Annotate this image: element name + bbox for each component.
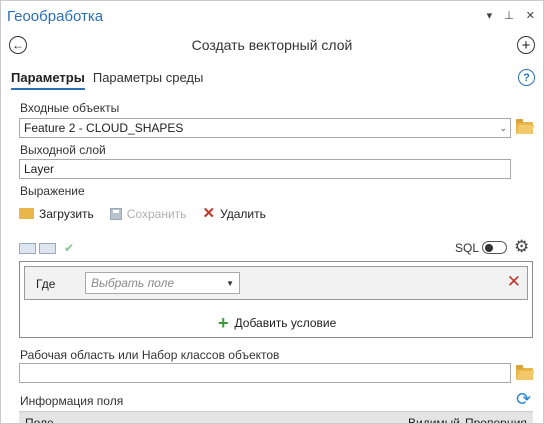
- tab-environments[interactable]: Параметры среды: [93, 70, 204, 90]
- clause-builder: Где Выбрать поле ▼ ✕ + Добавить условие: [19, 261, 533, 338]
- save-label: Сохранить: [126, 206, 187, 221]
- folder-icon[interactable]: [516, 119, 533, 134]
- pane-controls: ▾ ⊥ ✕: [487, 9, 535, 22]
- field-select-placeholder: Выбрать поле: [91, 276, 175, 290]
- load-label: Загрузить: [39, 206, 94, 221]
- pin-icon[interactable]: ⊥: [504, 9, 514, 22]
- pane-title: Геообработка: [7, 8, 104, 25]
- column-visible[interactable]: Видимый: [408, 416, 460, 423]
- clause-row: Где Выбрать поле ▼ ✕: [24, 266, 528, 300]
- dropdown-arrow-icon: ▼: [226, 278, 234, 288]
- sql-toggle[interactable]: [482, 241, 507, 254]
- geoprocessing-pane: Геообработка ▾ ⊥ ✕ ← Создать векторный с…: [0, 0, 544, 424]
- tool-title: Создать векторный слой: [191, 37, 353, 53]
- workspace-folder-icon[interactable]: [516, 365, 533, 380]
- input-features-combo[interactable]: Feature 2 - CLOUD_SHAPES ⌄: [19, 118, 511, 138]
- clause-mode-icon[interactable]: [19, 242, 36, 254]
- open-folder-icon: [19, 208, 34, 219]
- save-icon: [109, 207, 122, 220]
- field-info-grid-header: Поле Видимый Пропорция: [19, 411, 533, 423]
- chevron-down-icon: ⌄: [499, 122, 507, 133]
- field-info-label: Информация поля: [20, 394, 124, 408]
- workspace-field[interactable]: [19, 363, 511, 383]
- column-field[interactable]: Поле: [25, 416, 54, 423]
- input-features-label: Входные объекты: [20, 101, 120, 115]
- sql-label: SQL: [455, 241, 480, 255]
- field-select[interactable]: Выбрать поле ▼: [85, 272, 240, 294]
- sql-mode-icon[interactable]: [39, 242, 56, 254]
- expression-label: Выражение: [20, 184, 85, 198]
- clause-mode-icons: ✔: [19, 241, 74, 255]
- help-icon[interactable]: ?: [518, 69, 535, 86]
- output-layer-label: Выходной слой: [20, 143, 106, 157]
- input-features-value: Feature 2 - CLOUD_SHAPES: [24, 121, 184, 135]
- add-condition-label: Добавить условие: [234, 316, 337, 330]
- expression-toolbar: Загрузить Сохранить ✕ Удалить: [19, 206, 266, 221]
- save-button[interactable]: Сохранить: [109, 206, 187, 221]
- workspace-label: Рабочая область или Набор классов объект…: [20, 348, 280, 362]
- output-layer-field[interactable]: Layer: [19, 159, 511, 179]
- delete-x-icon: ✕: [202, 205, 216, 222]
- tab-parameters[interactable]: Параметры: [11, 70, 85, 90]
- add-condition-button[interactable]: + Добавить условие: [218, 314, 336, 332]
- tab-bar: Параметры Параметры среды: [11, 70, 203, 90]
- verify-check-icon[interactable]: ✔: [64, 241, 74, 255]
- close-icon[interactable]: ✕: [526, 9, 535, 22]
- column-ratio[interactable]: Пропорция: [465, 416, 527, 423]
- remove-clause-icon[interactable]: ✕: [507, 273, 521, 290]
- where-label: Где: [36, 277, 56, 291]
- gear-icon[interactable]: ⚙: [514, 238, 529, 255]
- plus-icon: +: [218, 313, 229, 333]
- delete-label: Удалить: [220, 206, 266, 221]
- add-plus-icon[interactable]: +: [517, 36, 535, 54]
- refresh-icon[interactable]: ⟳: [516, 390, 531, 408]
- pane-menu-icon[interactable]: ▾: [487, 9, 493, 22]
- delete-button[interactable]: ✕ Удалить: [202, 206, 265, 221]
- load-button[interactable]: Загрузить: [19, 207, 94, 221]
